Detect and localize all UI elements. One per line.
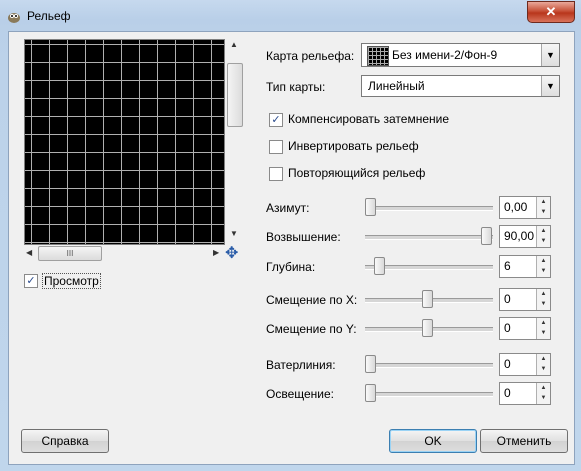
depth-spinbox[interactable]: 6 ▲ ▼ [499,255,551,278]
preview-horizontal-scrollbar[interactable]: ◀ III ▶ [24,245,224,262]
ok-button-label: OK [424,434,442,448]
spin-buttons[interactable]: ▲ ▼ [536,197,550,218]
scroll-left-icon[interactable]: ◀ [26,248,32,257]
preview-image [25,40,224,244]
waterline-value: 0 [504,357,511,371]
map-label: Карта рельефа: [266,49,355,63]
spin-buttons[interactable]: ▲ ▼ [536,318,550,339]
map-combo[interactable]: Без имени-2/Фон-9 ▼ [361,43,560,67]
ambient-spinbox[interactable]: 0 ▲ ▼ [499,382,551,405]
offset-x-slider-thumb[interactable] [422,290,433,308]
offset-y-value: 0 [504,321,511,335]
preview-checkbox[interactable]: ✓ [24,274,38,288]
spin-up-icon[interactable]: ▲ [537,383,550,393]
offset-x-spinbox[interactable]: 0 ▲ ▼ [499,288,551,311]
elevation-value: 90,00 [504,229,535,243]
azimuth-slider-thumb[interactable] [365,198,376,216]
gimp-app-icon [8,13,20,23]
help-button[interactable]: Справка [21,429,109,453]
ok-button[interactable]: OK [389,429,477,453]
azimuth-value: 0,00 [504,200,528,214]
offset-y-slider-thumb[interactable] [422,319,433,337]
waterline-slider-track[interactable] [365,363,493,368]
close-button[interactable]: ✕ [527,1,575,23]
navigate-move-icon[interactable]: ✥ [225,246,238,262]
spin-down-icon[interactable]: ▼ [537,299,550,309]
compensate-label[interactable]: Компенсировать затемнение [288,112,449,126]
spin-up-icon[interactable]: ▲ [537,318,550,328]
map-type-label: Тип карты: [266,80,326,94]
scroll-down-icon[interactable]: ▼ [230,229,238,238]
close-icon: ✕ [545,4,557,19]
invert-checkbox[interactable] [269,140,283,154]
cancel-button-label: Отменить [496,434,552,448]
spin-down-icon[interactable]: ▼ [537,364,550,374]
preview-vertical-scrollbar[interactable]: ▲ ▼ [226,39,243,243]
ambient-slider-thumb[interactable] [365,384,376,402]
spin-down-icon[interactable]: ▼ [537,236,550,246]
vertical-scroll-thumb[interactable] [227,63,243,127]
horizontal-scroll-thumb[interactable]: III [38,246,102,261]
dialog-frame: Рельеф ✕ ▲ ▼ ◀ III ▶ ✥ ✓ Просмотр Карта … [0,0,581,471]
check-icon: ✓ [26,275,36,287]
map-type-value: Линейный [368,79,425,93]
tile-checkbox[interactable] [269,167,283,181]
preview-area[interactable] [24,39,225,245]
offset-x-value: 0 [504,292,511,306]
scroll-up-icon[interactable]: ▲ [230,40,238,49]
chevron-down-icon[interactable]: ▼ [541,76,559,96]
azimuth-label: Азимут: [266,201,310,215]
spin-buttons[interactable]: ▲ ▼ [536,226,550,247]
spin-down-icon[interactable]: ▼ [537,393,550,403]
azimuth-slider-track[interactable] [365,206,493,211]
map-combo-value: Без имени-2/Фон-9 [392,48,498,62]
spin-down-icon[interactable]: ▼ [537,328,550,338]
spin-down-icon[interactable]: ▼ [537,207,550,217]
spin-buttons[interactable]: ▲ ▼ [536,383,550,404]
offset-y-spinbox[interactable]: 0 ▲ ▼ [499,317,551,340]
ambient-slider-track[interactable] [365,392,493,397]
ambient-label: Освещение: [266,387,334,401]
offset-y-label: Смещение по Y: [266,322,357,336]
window-title: Рельеф [27,9,71,23]
elevation-spinbox[interactable]: 90,00 ▲ ▼ [499,225,551,248]
spin-up-icon[interactable]: ▲ [537,226,550,236]
tile-label[interactable]: Повторяющийся рельеф [288,166,425,180]
scroll-right-icon[interactable]: ▶ [213,248,219,257]
waterline-slider-thumb[interactable] [365,355,376,373]
elevation-slider-track[interactable] [365,235,493,240]
map-thumbnail [367,46,389,66]
scroll-grip: III [66,249,74,258]
map-type-combo[interactable]: Линейный ▼ [361,75,560,97]
waterline-spinbox[interactable]: 0 ▲ ▼ [499,353,551,376]
spin-buttons[interactable]: ▲ ▼ [536,256,550,277]
dialog-body: ▲ ▼ ◀ III ▶ ✥ ✓ Просмотр Карта рельефа: … [8,31,575,465]
invert-label[interactable]: Инвертировать рельеф [288,139,419,153]
spin-up-icon[interactable]: ▲ [537,354,550,364]
elevation-label: Возвышение: [266,230,341,244]
elevation-slider-thumb[interactable] [481,227,492,245]
help-button-label: Справка [41,434,89,448]
compensate-checkbox[interactable]: ✓ [269,113,283,127]
waterline-label: Ватерлиния: [266,358,336,372]
azimuth-spinbox[interactable]: 0,00 ▲ ▼ [499,196,551,219]
spin-up-icon[interactable]: ▲ [537,197,550,207]
spin-down-icon[interactable]: ▼ [537,266,550,276]
check-icon: ✓ [271,114,281,126]
title-bar[interactable]: Рельеф ✕ [0,0,581,31]
spin-up-icon[interactable]: ▲ [537,256,550,266]
ambient-value: 0 [504,386,511,400]
spin-buttons[interactable]: ▲ ▼ [536,289,550,310]
depth-value: 6 [504,259,511,273]
chevron-down-icon[interactable]: ▼ [541,44,559,66]
cancel-button[interactable]: Отменить [480,429,568,453]
depth-label: Глубина: [266,260,316,274]
preview-label[interactable]: Просмотр [42,273,101,289]
spin-up-icon[interactable]: ▲ [537,289,550,299]
offset-x-label: Смещение по X: [266,293,358,307]
spin-buttons[interactable]: ▲ ▼ [536,354,550,375]
depth-slider-thumb[interactable] [374,257,385,275]
